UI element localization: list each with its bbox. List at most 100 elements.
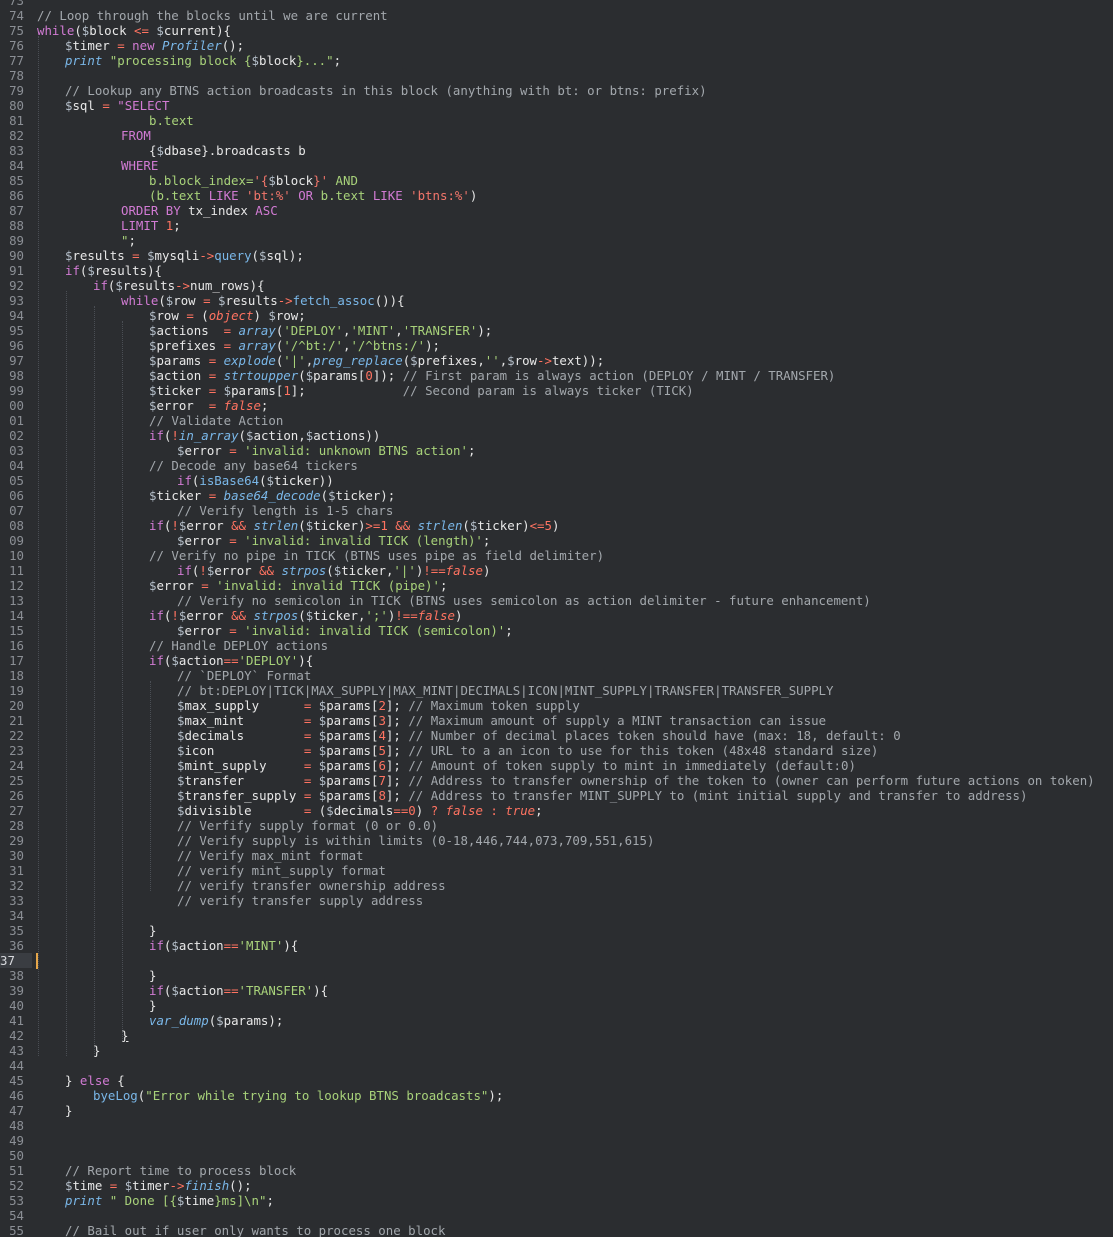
code-line[interactable]: $row = (object) $row; [37, 308, 1113, 323]
code-line[interactable]: $params = explode('|',preg_replace($pref… [37, 353, 1113, 368]
code-line[interactable]: // Bail out if user only wants to proces… [37, 1223, 1113, 1237]
code-line[interactable]: $prefixes = array('/^bt:/','/^btns:/'); [37, 338, 1113, 353]
code-line[interactable]: if($action=='DEPLOY'){ [37, 653, 1113, 668]
code-line[interactable]: b.block_index='{$block}' AND [37, 173, 1113, 188]
code-editor[interactable]: 73 74// Loop through the blocks until we … [0, 0, 1113, 1237]
code-token: decimals [184, 728, 304, 743]
code-line[interactable]: $timer = new Profiler(); [37, 38, 1113, 53]
code-line[interactable]: if(isBase64($ticker)) [37, 473, 1113, 488]
code-line[interactable]: } [37, 1028, 1113, 1043]
code-line[interactable]: ORDER BY tx_index ASC [37, 203, 1113, 218]
code-token: ticker [313, 608, 358, 623]
code-line[interactable]: if($results->num_rows){ [37, 278, 1113, 293]
code-line[interactable]: // Verify max_mint format [37, 848, 1113, 863]
code-line[interactable]: $transfer_supply = $params[8]; // Addres… [37, 788, 1113, 803]
code-line[interactable]: $error = 'invalid: unknown BTNS action'; [37, 443, 1113, 458]
code-line[interactable]: // Verify supply is within limits (0-18,… [37, 833, 1113, 848]
code-line[interactable]: if(!in_array($action,$actions)) [37, 428, 1113, 443]
code-line[interactable] [37, 953, 1113, 968]
code-line[interactable]: $results = $mysqli->query($sql); [37, 248, 1113, 263]
code-line[interactable]: // verify transfer supply address [37, 893, 1113, 908]
line-number: 52 [9, 1178, 24, 1193]
code-line[interactable]: } [37, 998, 1113, 1013]
code-line[interactable]: // Verify no pipe in TICK (BTNS uses pip… [37, 548, 1113, 563]
code-line[interactable] [37, 1118, 1113, 1133]
code-line[interactable]: // Verify no semicolon in TICK (BTNS use… [37, 593, 1113, 608]
code-line[interactable]: } [37, 1043, 1113, 1058]
code-token: // Verify length is 1-5 chars [177, 503, 394, 518]
code-line[interactable]: } [37, 968, 1113, 983]
code-line[interactable]: $error = 'invalid: invalid TICK (pipe)'; [37, 578, 1113, 593]
code-line[interactable]: FROM [37, 128, 1113, 143]
code-line[interactable]: // Validate Action [37, 413, 1113, 428]
code-token: ]; [385, 773, 409, 788]
code-line[interactable]: var_dump($params); [37, 1013, 1113, 1028]
code-line[interactable]: $max_supply = $params[2]; // Maximum tok… [37, 698, 1113, 713]
code-line[interactable]: $ticker = base64_decode($ticker); [37, 488, 1113, 503]
code-line[interactable]: } [37, 923, 1113, 938]
code-line[interactable]: // Verify length is 1-5 chars [37, 503, 1113, 518]
code-line[interactable]: // verify transfer ownership address [37, 878, 1113, 893]
code-line[interactable]: byeLog("Error while trying to lookup BTN… [37, 1088, 1113, 1103]
code-line[interactable] [37, 1208, 1113, 1223]
code-line[interactable]: print " Done [{$time}ms]\n"; [37, 1193, 1113, 1208]
code-line[interactable]: while($row = $results->fetch_assoc()){ [37, 293, 1113, 308]
code-line[interactable]: // Verfify supply format (0 or 0.0) [37, 818, 1113, 833]
code-line[interactable]: LIMIT 1; [37, 218, 1113, 233]
code-line[interactable]: $mint_supply = $params[6]; // Amount of … [37, 758, 1113, 773]
code-line[interactable]: print "processing block {$block}..."; [37, 53, 1113, 68]
code-token: 2 [378, 698, 386, 713]
code-line[interactable] [37, 1133, 1113, 1148]
code-line[interactable]: while($block <= $current){ [37, 23, 1113, 38]
code-line[interactable]: // Lookup any BTNS action broadcasts in … [37, 83, 1113, 98]
code-line[interactable]: $time = $timer->finish(); [37, 1178, 1113, 1193]
code-line[interactable]: } else { [37, 1073, 1113, 1088]
code-line[interactable]: // bt:DEPLOY|TICK|MAX_SUPPLY|MAX_MINT|DE… [37, 683, 1113, 698]
code-line[interactable]: WHERE [37, 158, 1113, 173]
code-token: params [326, 773, 371, 788]
code-line[interactable]: $sql = "SELECT [37, 98, 1113, 113]
code-line[interactable] [37, 0, 1113, 8]
code-line[interactable]: $action = strtoupper($params[0]); // Fir… [37, 368, 1113, 383]
code-line[interactable]: if($results){ [37, 263, 1113, 278]
code-line[interactable]: // Decode any base64 tickers [37, 458, 1113, 473]
code-line[interactable] [37, 68, 1113, 83]
code-line[interactable]: (b.text LIKE 'bt:%' OR b.text LIKE 'btns… [37, 188, 1113, 203]
code-token: action [156, 368, 209, 383]
code-line[interactable]: // Loop through the blocks until we are … [37, 8, 1113, 23]
code-line[interactable]: $divisible = ($decimals==0) ? false : tr… [37, 803, 1113, 818]
code-line[interactable]: if($action=='TRANSFER'){ [37, 983, 1113, 998]
line-number: 39 [9, 983, 24, 998]
code-token: ]; [385, 788, 409, 803]
code-line[interactable]: // verify mint_supply format [37, 863, 1113, 878]
code-line[interactable]: // Report time to process block [37, 1163, 1113, 1178]
code-line[interactable]: // Handle DEPLOY actions [37, 638, 1113, 653]
code-line[interactable]: if(!$error && strlen($ticker)>=1 && strl… [37, 518, 1113, 533]
code-line[interactable]: $max_mint = $params[3]; // Maximum amoun… [37, 713, 1113, 728]
code-line[interactable]: $ticker = $params[1]; // Second param is… [37, 383, 1113, 398]
code-token: $ [328, 488, 336, 503]
code-line[interactable] [37, 908, 1113, 923]
code-line[interactable]: $icon = $params[5]; // URL to a an icon … [37, 743, 1113, 758]
code-line[interactable]: $transfer = $params[7]; // Address to tr… [37, 773, 1113, 788]
code-line[interactable]: if(!$error && strpos($ticker,';')!==fals… [37, 608, 1113, 623]
code-token: strlen [417, 518, 463, 533]
code-token: 'MINT' [238, 938, 284, 953]
code-line[interactable]: $decimals = $params[4]; // Number of dec… [37, 728, 1113, 743]
code-token: $ [171, 653, 179, 668]
code-line[interactable]: $error = false; [37, 398, 1113, 413]
code-line[interactable] [37, 1148, 1113, 1163]
code-line[interactable]: $error = 'invalid: invalid TICK (length)… [37, 533, 1113, 548]
code-line[interactable]: b.text [37, 113, 1113, 128]
code-token: 'invalid: invalid TICK (length)' [244, 533, 483, 548]
code-line[interactable]: $error = 'invalid: invalid TICK (semicol… [37, 623, 1113, 638]
code-line[interactable]: $actions = array('DEPLOY','MINT','TRANSF… [37, 323, 1113, 338]
code-line[interactable]: } [37, 1103, 1113, 1118]
code-line[interactable]: // `DEPLOY` Format [37, 668, 1113, 683]
code-line[interactable]: "; [37, 233, 1113, 248]
code-line[interactable]: if(!$error && strpos($ticker,'|')!==fals… [37, 563, 1113, 578]
code-line[interactable] [37, 1058, 1113, 1073]
code-token: == [223, 983, 239, 998]
code-line[interactable]: {$dbase}.broadcasts b [37, 143, 1113, 158]
code-line[interactable]: if($action=='MINT'){ [37, 938, 1113, 953]
